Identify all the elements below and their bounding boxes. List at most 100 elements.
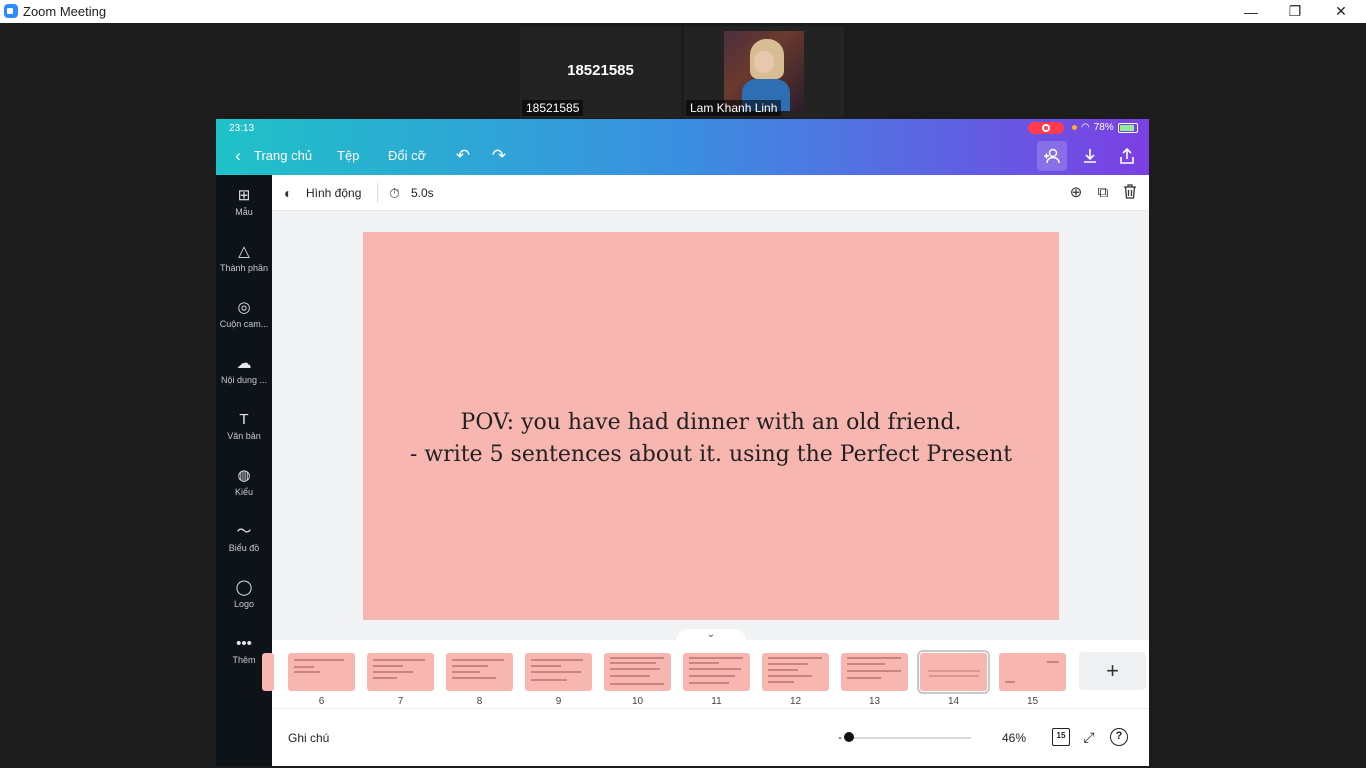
sidebar-item-label: Cuộn cam... [219,319,269,329]
slide-textbox[interactable]: POV: you have had dinner with an old fri… [363,407,1059,471]
mic-indicator-icon [1072,125,1077,130]
duration-label: 5.0s [411,186,434,200]
sidebar-item-label: Kiểu [234,487,253,497]
screen-record-indicator [1028,122,1064,134]
page-number: 9 [555,696,562,707]
page-thumbnail[interactable] [367,653,434,691]
sidebar-item-label: Logo [233,599,255,609]
add-page-icon[interactable]: ⊕ [1067,184,1085,202]
participant-tile[interactable]: Lam Khanh Linh [684,26,844,118]
sidebar-item-label: Văn bản [227,431,261,441]
page-number: 13 [868,696,881,707]
page-count-button[interactable]: 15 [1052,728,1070,746]
delete-icon[interactable] [1121,184,1139,202]
text-icon: T [239,411,249,428]
palette-icon: ◍ [237,467,251,484]
participant-name-label: 18521585 [522,100,584,116]
window-title: Zoom Meeting [23,4,107,19]
sidebar-item-camera-roll[interactable]: ◎ Cuộn cam... [216,291,272,341]
editor-bottombar: Ghi chú - 46% 15 ⤢ ? [272,708,1149,766]
camera-icon: ◎ [237,299,251,316]
animate-icon: ◐ [284,185,293,201]
canva-topbar: ‹ Trang chủ Tệp Đổi cỡ ↶ ↷ [216,137,1149,175]
duplicate-icon[interactable]: ⧉ [1094,184,1112,202]
status-battery: ◠ 78% [1072,122,1138,133]
download-icon[interactable] [1077,145,1103,167]
sidebar-item-logo[interactable]: ◯ Logo [216,571,272,621]
resize-menu[interactable]: Đổi cỡ [388,148,426,163]
sidebar-item-templates[interactable]: ⊞ Mẫu [216,179,272,229]
toolbar-divider [377,183,378,203]
page-strip: 6 7 8 9 10 11 12 13 14 15 + [262,640,1149,708]
add-page-button[interactable]: + [1079,652,1146,690]
page-number: 15 [1026,696,1039,707]
device-status-bar: 23:13 ◠ 78% [216,119,1149,137]
page-thumbnail[interactable] [288,653,355,691]
home-link[interactable]: Trang chủ [254,148,312,163]
zoom-slider[interactable] [847,737,971,739]
status-time: 23:13 [229,123,255,134]
sidebar-item-label: Mẫu [235,207,253,217]
timing-button[interactable]: ⏱ 5.0s [389,185,434,201]
page-number: 6 [318,696,325,707]
people-plus-icon[interactable] [1037,141,1067,171]
page-thumbnail[interactable] [841,653,908,691]
share-icon[interactable] [1114,145,1140,167]
notes-button[interactable]: Ghi chú [288,731,329,745]
editor-toolbar: ◐ Hình động ⏱ 5.0s ⊕ ⧉ [272,175,1149,211]
more-dots-icon: ••• [236,635,252,652]
file-menu[interactable]: Tệp [337,148,359,163]
sidebar-item-text[interactable]: T Văn bản [216,403,272,453]
help-icon[interactable]: ? [1110,728,1128,746]
sidebar-item-uploads[interactable]: ☁ Nội dung ... [216,347,272,397]
back-icon[interactable]: ‹ [225,145,251,167]
sidebar-item-label: Thành phần [219,263,269,273]
page-thumbnail-selected[interactable] [917,650,990,694]
chart-icon: 〜 [236,523,252,540]
participant-display-name: 18521585 [567,62,634,79]
page-number: 8 [476,696,483,707]
zoom-slider-handle[interactable] [844,732,854,742]
slide-text-line: POV: you have had dinner with an old fri… [460,410,962,435]
sidebar-item-styles[interactable]: ◍ Kiểu [216,459,272,509]
redo-icon[interactable]: ↷ [486,145,512,167]
page-thumbnail[interactable] [262,653,274,691]
page-number: 7 [397,696,404,707]
page-thumbnail[interactable] [446,653,513,691]
zoom-minus-label: - [838,730,842,744]
slide-text-line: - write 5 sentences about it. using the … [409,442,1013,467]
page-number: 12 [789,696,802,707]
page-number: 11 [711,696,722,707]
minimize-button[interactable]: — [1228,0,1274,23]
restore-button[interactable]: ❐ [1272,0,1318,23]
participant-tile[interactable]: 18521585 18521585 [520,26,681,118]
page-thumbnail[interactable] [999,653,1066,691]
zoom-value[interactable]: 46% [1002,731,1026,745]
battery-percent: 78% [1093,122,1114,133]
slide-canvas[interactable]: POV: you have had dinner with an old fri… [363,232,1059,620]
zoom-app-icon [4,4,18,18]
page-thumbnail[interactable] [683,653,750,691]
templates-icon: ⊞ [237,187,251,204]
close-button[interactable]: ✕ [1318,0,1364,23]
battery-icon [1117,122,1138,133]
page-thumbnail[interactable] [762,653,829,691]
logo-icon: ◯ [235,579,253,596]
undo-icon[interactable]: ↶ [450,145,476,167]
sidebar-item-label: Biểu đồ [228,543,260,553]
timer-icon: ⏱ [389,185,400,201]
page-thumbnail[interactable] [525,653,592,691]
shapes-icon: △ [238,243,250,260]
sidebar-item-charts[interactable]: 〜 Biểu đồ [216,515,272,565]
page-thumbnail[interactable] [604,653,671,691]
participant-video [724,31,804,111]
page-number: 14 [947,696,960,707]
animate-button[interactable]: ◐ Hình động [284,185,361,201]
page-number: 10 [631,696,644,707]
fullscreen-icon[interactable]: ⤢ [1080,728,1098,746]
sidebar-item-elements[interactable]: △ Thành phần [216,235,272,285]
animate-label: Hình động [306,186,362,200]
cloud-upload-icon: ☁ [236,355,252,372]
shared-screen-canva: 23:13 ◠ 78% ‹ Trang chủ Tệp Đổi cỡ ↶ ↷ ⊞… [216,119,1149,766]
participant-name-label: Lam Khanh Linh [686,100,782,116]
